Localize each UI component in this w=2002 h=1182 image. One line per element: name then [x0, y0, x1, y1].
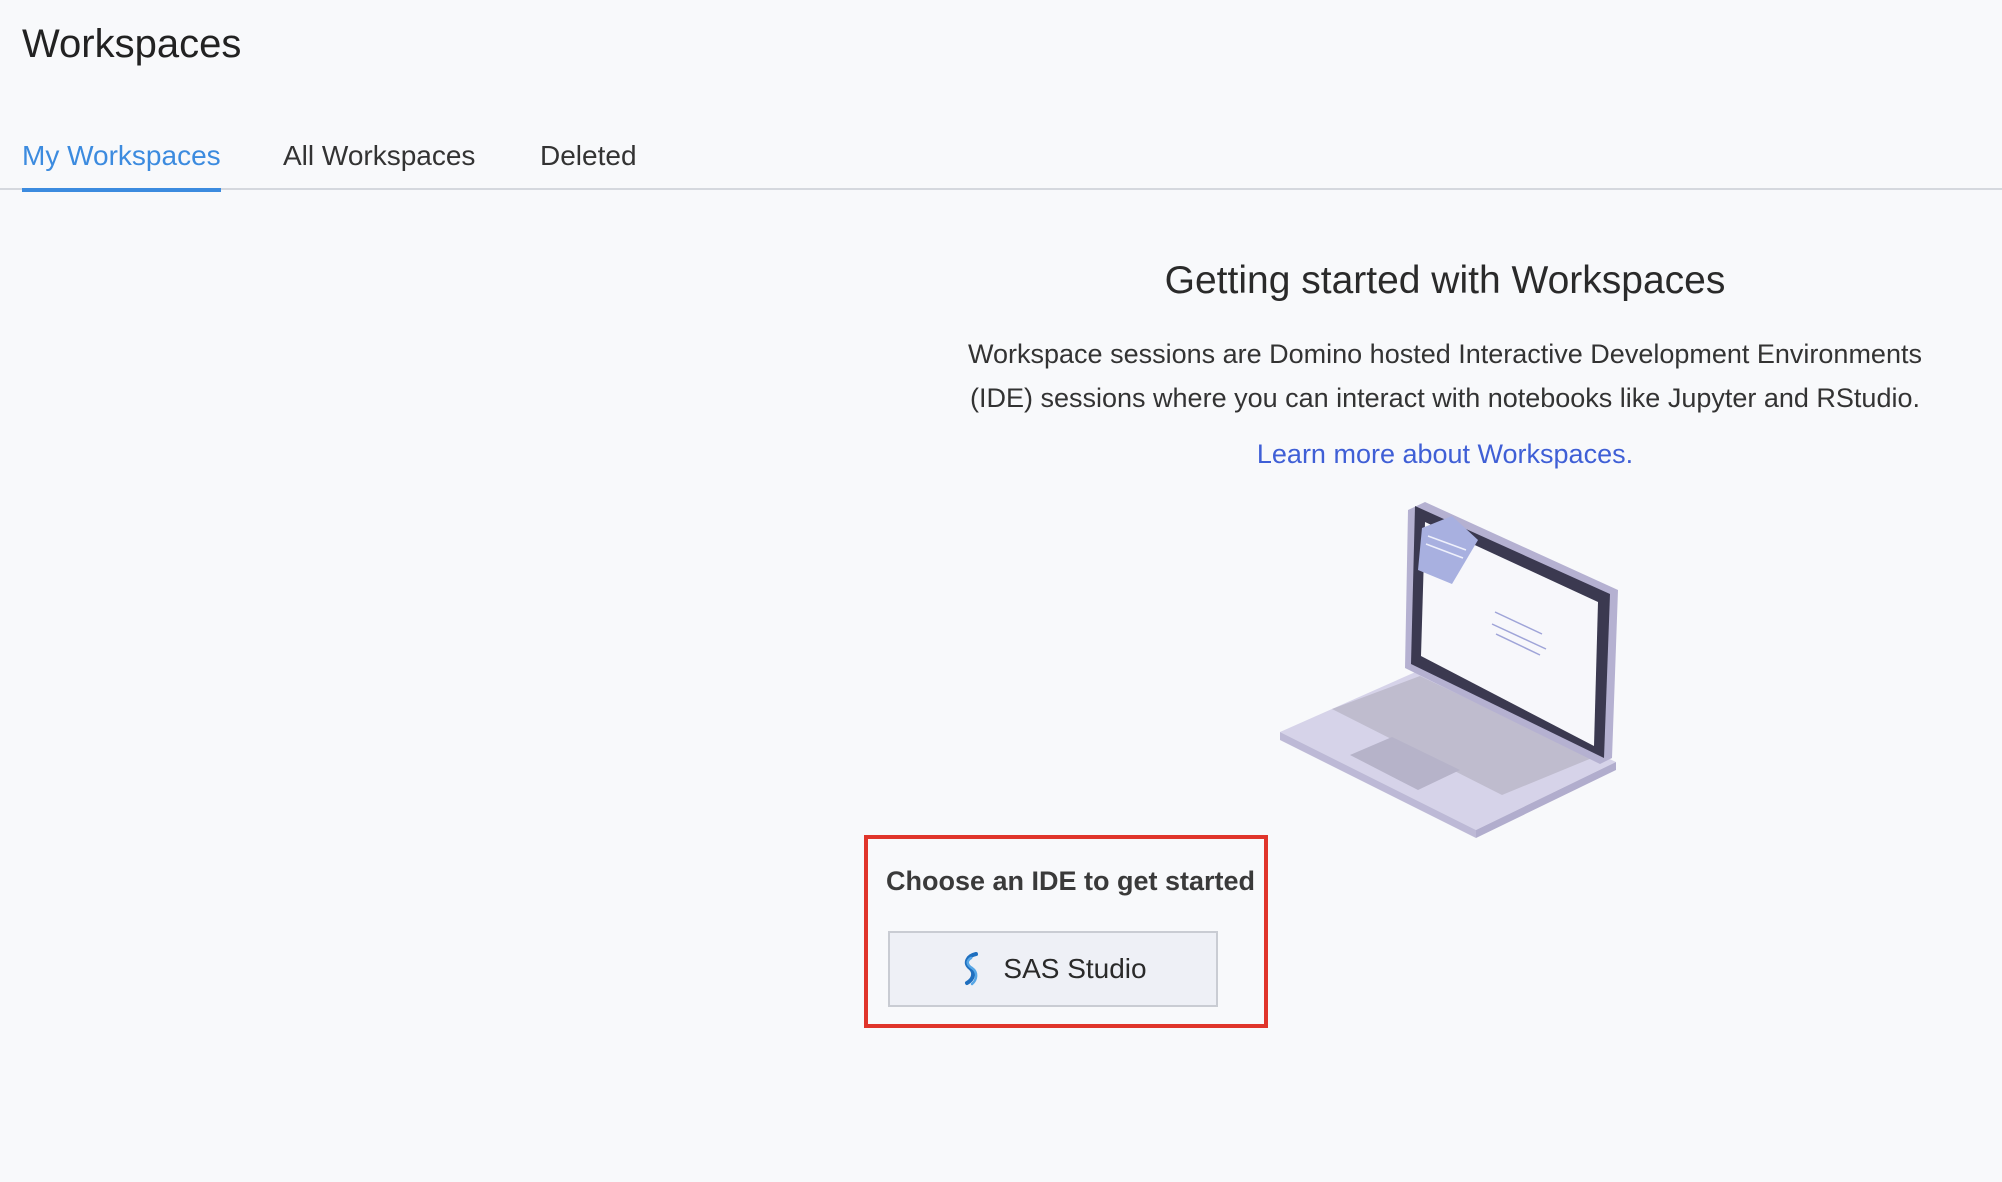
sas-studio-button[interactable]: SAS Studio [888, 931, 1218, 1007]
tab-all-workspaces[interactable]: All Workspaces [283, 138, 475, 188]
laptop-illustration [1280, 502, 1618, 838]
page-title: Workspaces [22, 22, 242, 66]
tab-deleted[interactable]: Deleted [540, 138, 637, 188]
getting-started-heading: Getting started with Workspaces [1164, 259, 1726, 302]
sas-logo-icon [965, 952, 979, 986]
getting-started-panel: Getting started with Workspaces Workspac… [940, 250, 1950, 476]
tab-my-workspaces[interactable]: My Workspaces [22, 138, 221, 192]
learn-more-link[interactable]: Learn more about Workspaces. [1257, 432, 1633, 476]
getting-started-description: Workspace sessions are Domino hosted Int… [968, 339, 1922, 413]
choose-ide-heading: Choose an IDE to get started [886, 866, 1256, 896]
choose-ide-panel: Choose an IDE to get started SAS Studio [864, 835, 1268, 1028]
sas-studio-label: SAS Studio [1003, 953, 1147, 984]
workspace-tabs: My Workspaces All Workspaces Deleted [0, 130, 2002, 192]
